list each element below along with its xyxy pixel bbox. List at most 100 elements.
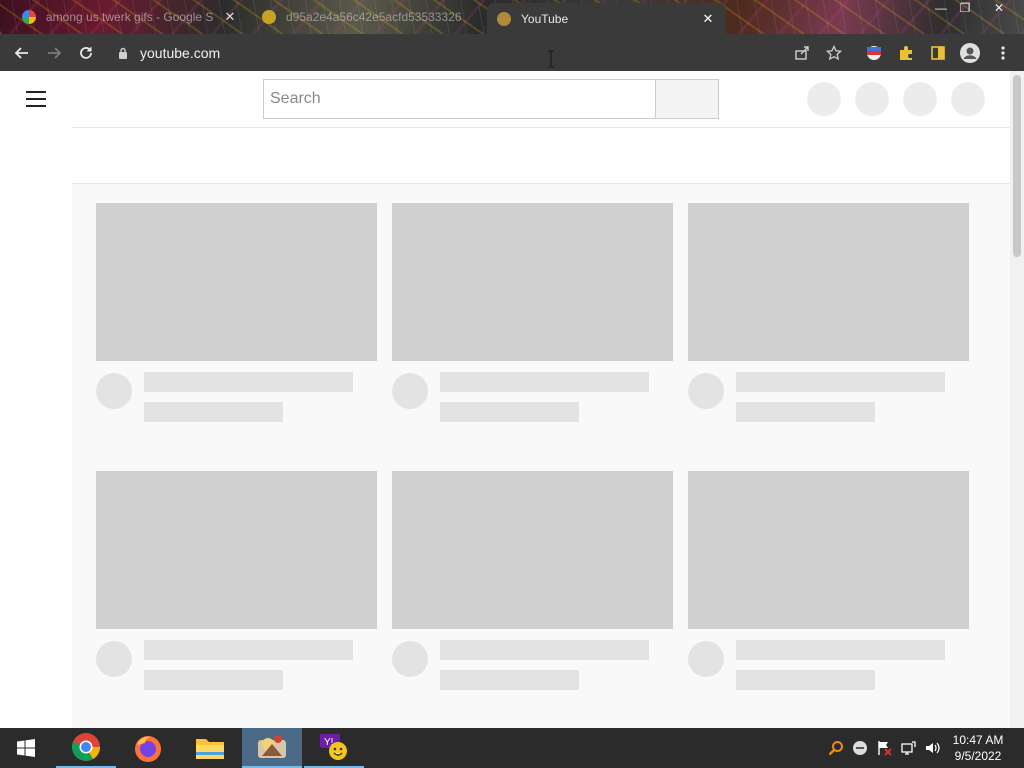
clock-time: 10:47 AM xyxy=(952,733,1004,747)
avatar-placeholder xyxy=(392,373,428,409)
window-close-button[interactable]: ✕ xyxy=(986,0,1012,18)
share-icon xyxy=(795,46,809,60)
side-panel-icon xyxy=(931,46,945,60)
extension-flag-button[interactable] xyxy=(861,40,887,66)
youtube-masthead xyxy=(0,71,1010,127)
tab-google-search[interactable]: among us twerk gifs - Google S ✕ xyxy=(12,4,248,30)
hamburger-menu-icon[interactable] xyxy=(26,91,46,107)
search-tray-icon[interactable] xyxy=(828,740,844,756)
youtube-page xyxy=(0,71,1024,728)
masthead-placeholder-icon[interactable] xyxy=(807,82,841,116)
tab-image[interactable]: d95a2e4a56c42e5acfd53533326 xyxy=(252,4,484,30)
taskbar-file-explorer[interactable] xyxy=(180,728,240,768)
title-placeholder xyxy=(440,372,649,392)
tab-title: d95a2e4a56c42e5acfd53533326 xyxy=(286,10,462,24)
title-placeholder xyxy=(736,640,945,660)
masthead-placeholder-icon[interactable] xyxy=(903,82,937,116)
action-center-flag-icon[interactable] xyxy=(876,740,892,756)
taskbar-firefox[interactable] xyxy=(118,728,178,768)
reload-button[interactable] xyxy=(73,40,99,66)
title-placeholder xyxy=(440,640,649,660)
clock-date: 9/5/2022 xyxy=(954,749,1002,763)
yahoo-messenger-icon: Y! xyxy=(320,734,347,760)
address-bar[interactable]: youtube.com xyxy=(108,38,828,67)
tab-close-icon[interactable]: ✕ xyxy=(222,9,238,25)
extensions-button[interactable] xyxy=(893,40,919,66)
video-card-skeleton[interactable] xyxy=(392,203,673,422)
lock-icon xyxy=(119,47,127,59)
thumbnail-placeholder xyxy=(96,471,377,629)
thumbnail-placeholder xyxy=(392,471,673,629)
arrow-left-icon xyxy=(14,47,28,59)
meta-placeholder xyxy=(440,402,579,422)
image-tab-icon xyxy=(262,10,276,24)
youtube-loading-icon xyxy=(497,11,511,26)
meta-placeholder xyxy=(144,670,283,690)
meta-placeholder xyxy=(736,670,875,690)
star-icon xyxy=(826,45,842,61)
menu-button[interactable] xyxy=(990,40,1016,66)
status-tray-icon[interactable] xyxy=(852,740,868,756)
video-card-skeleton[interactable] xyxy=(392,471,673,690)
network-icon[interactable] xyxy=(900,740,916,756)
avatar-placeholder xyxy=(688,373,724,409)
video-card-skeleton[interactable] xyxy=(96,471,377,690)
avatar-placeholder xyxy=(688,641,724,677)
meta-placeholder xyxy=(736,402,875,422)
chip-bar-placeholder xyxy=(72,127,1010,184)
video-card-skeleton[interactable] xyxy=(688,471,969,690)
side-panel-button[interactable] xyxy=(925,40,951,66)
taskbar-chrome[interactable] xyxy=(56,728,116,768)
search-input[interactable] xyxy=(270,90,656,108)
google-icon xyxy=(22,10,36,24)
meta-placeholder xyxy=(440,670,579,690)
tab-title: among us twerk gifs - Google S xyxy=(46,10,214,24)
puzzle-icon xyxy=(900,46,912,60)
masthead-placeholder-icon[interactable] xyxy=(855,82,889,116)
title-placeholder xyxy=(144,372,353,392)
search-box[interactable] xyxy=(263,79,656,119)
taskbar-app[interactable] xyxy=(242,728,302,768)
start-button[interactable] xyxy=(0,728,52,768)
tab-strip: among us twerk gifs - Google S ✕ d95a2e4… xyxy=(0,0,1024,34)
windows-logo-icon xyxy=(17,739,35,757)
share-button[interactable] xyxy=(789,40,815,66)
volume-icon[interactable] xyxy=(924,740,940,756)
browser-toolbar: youtube.com xyxy=(0,34,1024,71)
title-placeholder xyxy=(144,640,353,660)
masthead-placeholder-icon[interactable] xyxy=(951,82,985,116)
tab-youtube[interactable]: YouTube ✕ xyxy=(487,3,726,34)
meta-placeholder xyxy=(144,402,283,422)
scrollbar-thumb[interactable] xyxy=(1013,75,1021,257)
file-explorer-icon xyxy=(196,739,224,759)
avatar-placeholder xyxy=(96,373,132,409)
search-button[interactable] xyxy=(655,79,719,119)
tab-close-icon[interactable]: ✕ xyxy=(700,11,716,27)
bookmark-button[interactable] xyxy=(821,40,847,66)
thumbnail-placeholder xyxy=(96,203,377,361)
avatar-placeholder xyxy=(96,641,132,677)
thumbnail-placeholder xyxy=(688,203,969,361)
thumbnail-placeholder xyxy=(392,203,673,361)
reload-icon xyxy=(80,47,92,59)
app-icon xyxy=(258,735,286,758)
forward-button[interactable] xyxy=(41,40,67,66)
back-button[interactable] xyxy=(9,40,35,66)
profile-button[interactable] xyxy=(957,40,983,66)
video-card-skeleton[interactable] xyxy=(688,203,969,422)
windows-taskbar: Y! 10:47 AM 9/5/2022 xyxy=(0,728,1024,768)
video-card-skeleton[interactable] xyxy=(96,203,377,422)
thumbnail-placeholder xyxy=(688,471,969,629)
firefox-icon xyxy=(135,736,161,762)
page-scrollbar[interactable] xyxy=(1010,71,1024,728)
taskbar-yahoo-messenger[interactable]: Y! xyxy=(304,728,364,768)
taskbar-clock[interactable]: 10:47 AM 9/5/2022 xyxy=(946,732,1010,764)
maximize-button[interactable]: ❐ xyxy=(952,0,978,18)
screen: among us twerk gifs - Google S ✕ d95a2e4… xyxy=(0,0,1024,768)
profile-icon xyxy=(960,43,980,63)
minimize-button[interactable]: — xyxy=(928,0,954,18)
video-feed xyxy=(72,184,1010,728)
more-vert-icon xyxy=(1001,46,1005,60)
text-cursor-icon xyxy=(548,50,554,68)
url-text: youtube.com xyxy=(140,44,221,61)
